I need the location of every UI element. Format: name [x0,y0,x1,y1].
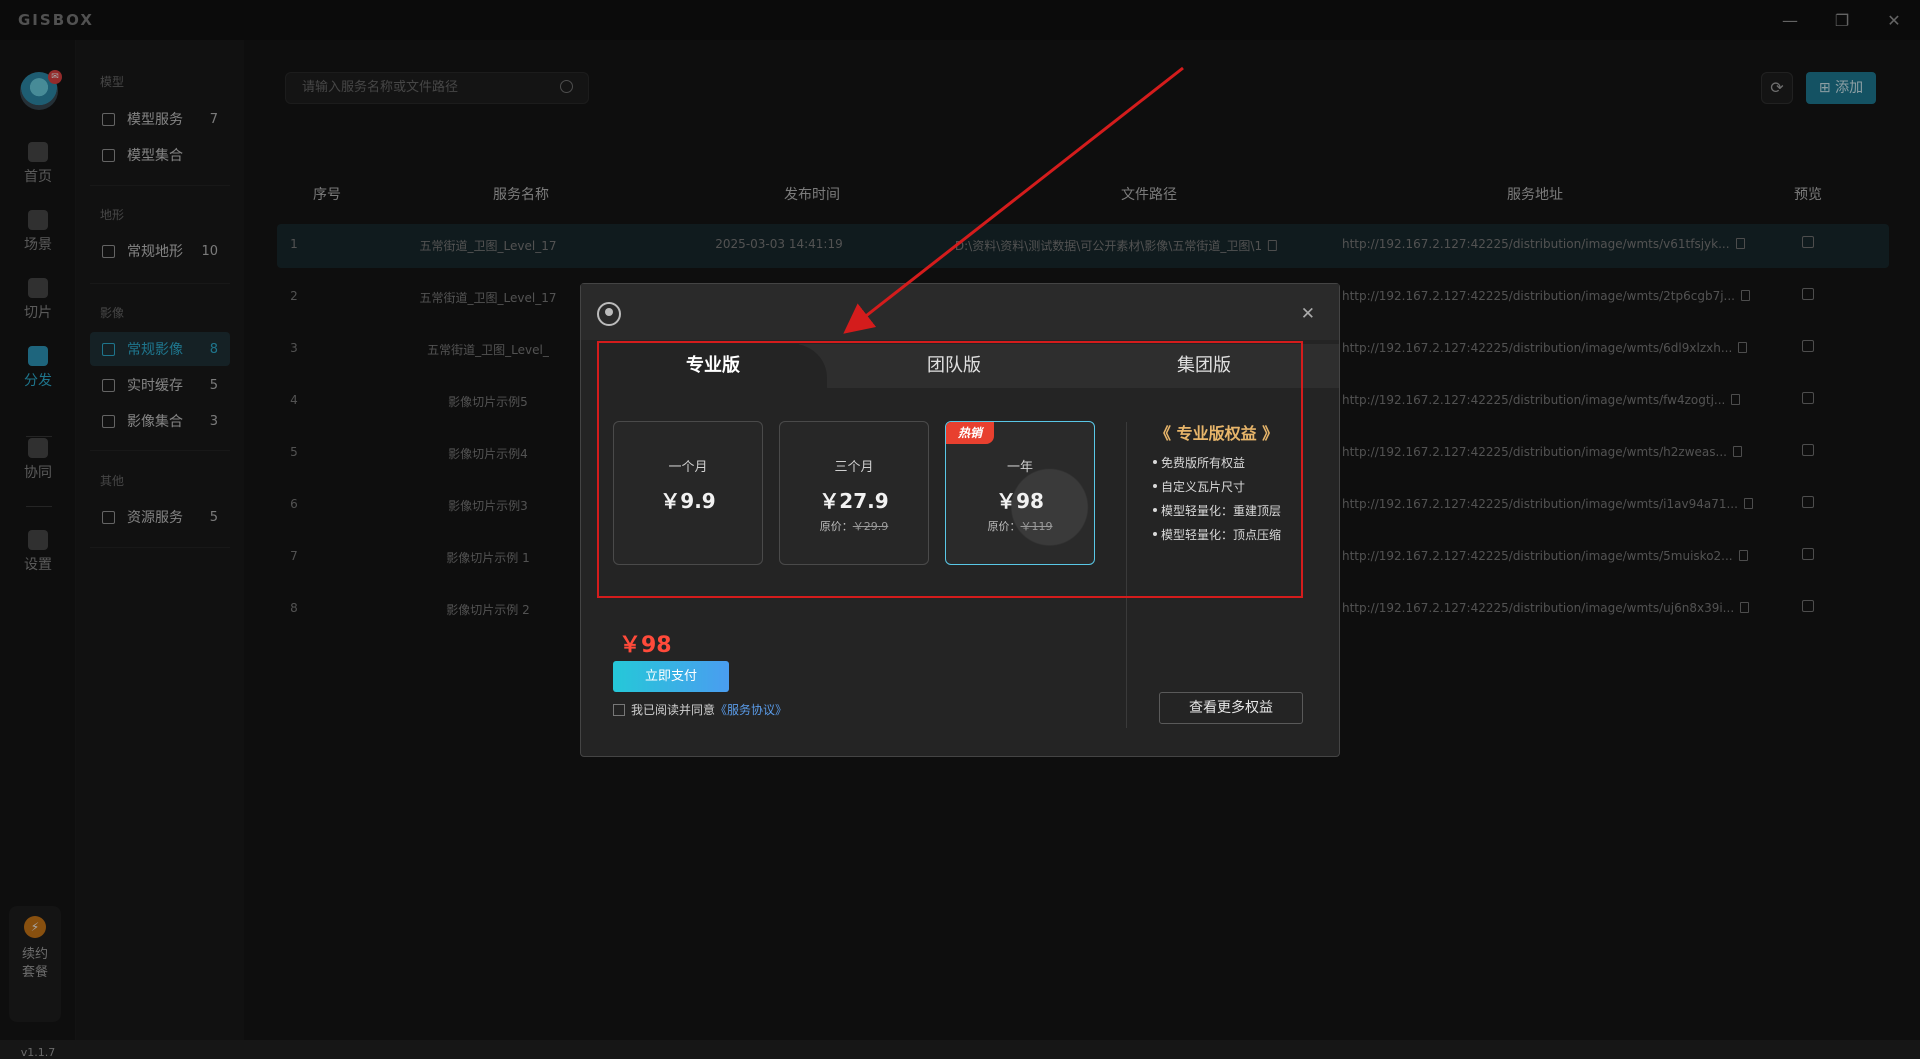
dialog-header: ✕ [581,284,1339,340]
total-price: ￥98 [619,633,672,658]
close-icon[interactable]: ✕ [1301,304,1315,324]
agree-text: 我已阅读并同意 [631,703,716,717]
annotation-highlight-box [597,341,1303,598]
more-benefits-button[interactable]: 查看更多权益 [1159,692,1303,724]
user-icon [597,302,621,326]
version-label: v1.1.7 [20,1046,56,1059]
agreement-row: 我已阅读并同意 《服务协议》 [613,701,787,718]
service-agreement-link[interactable]: 《服务协议》 [715,701,787,718]
pay-now-button[interactable]: 立即支付 [613,661,729,692]
agree-checkbox[interactable] [613,703,625,716]
